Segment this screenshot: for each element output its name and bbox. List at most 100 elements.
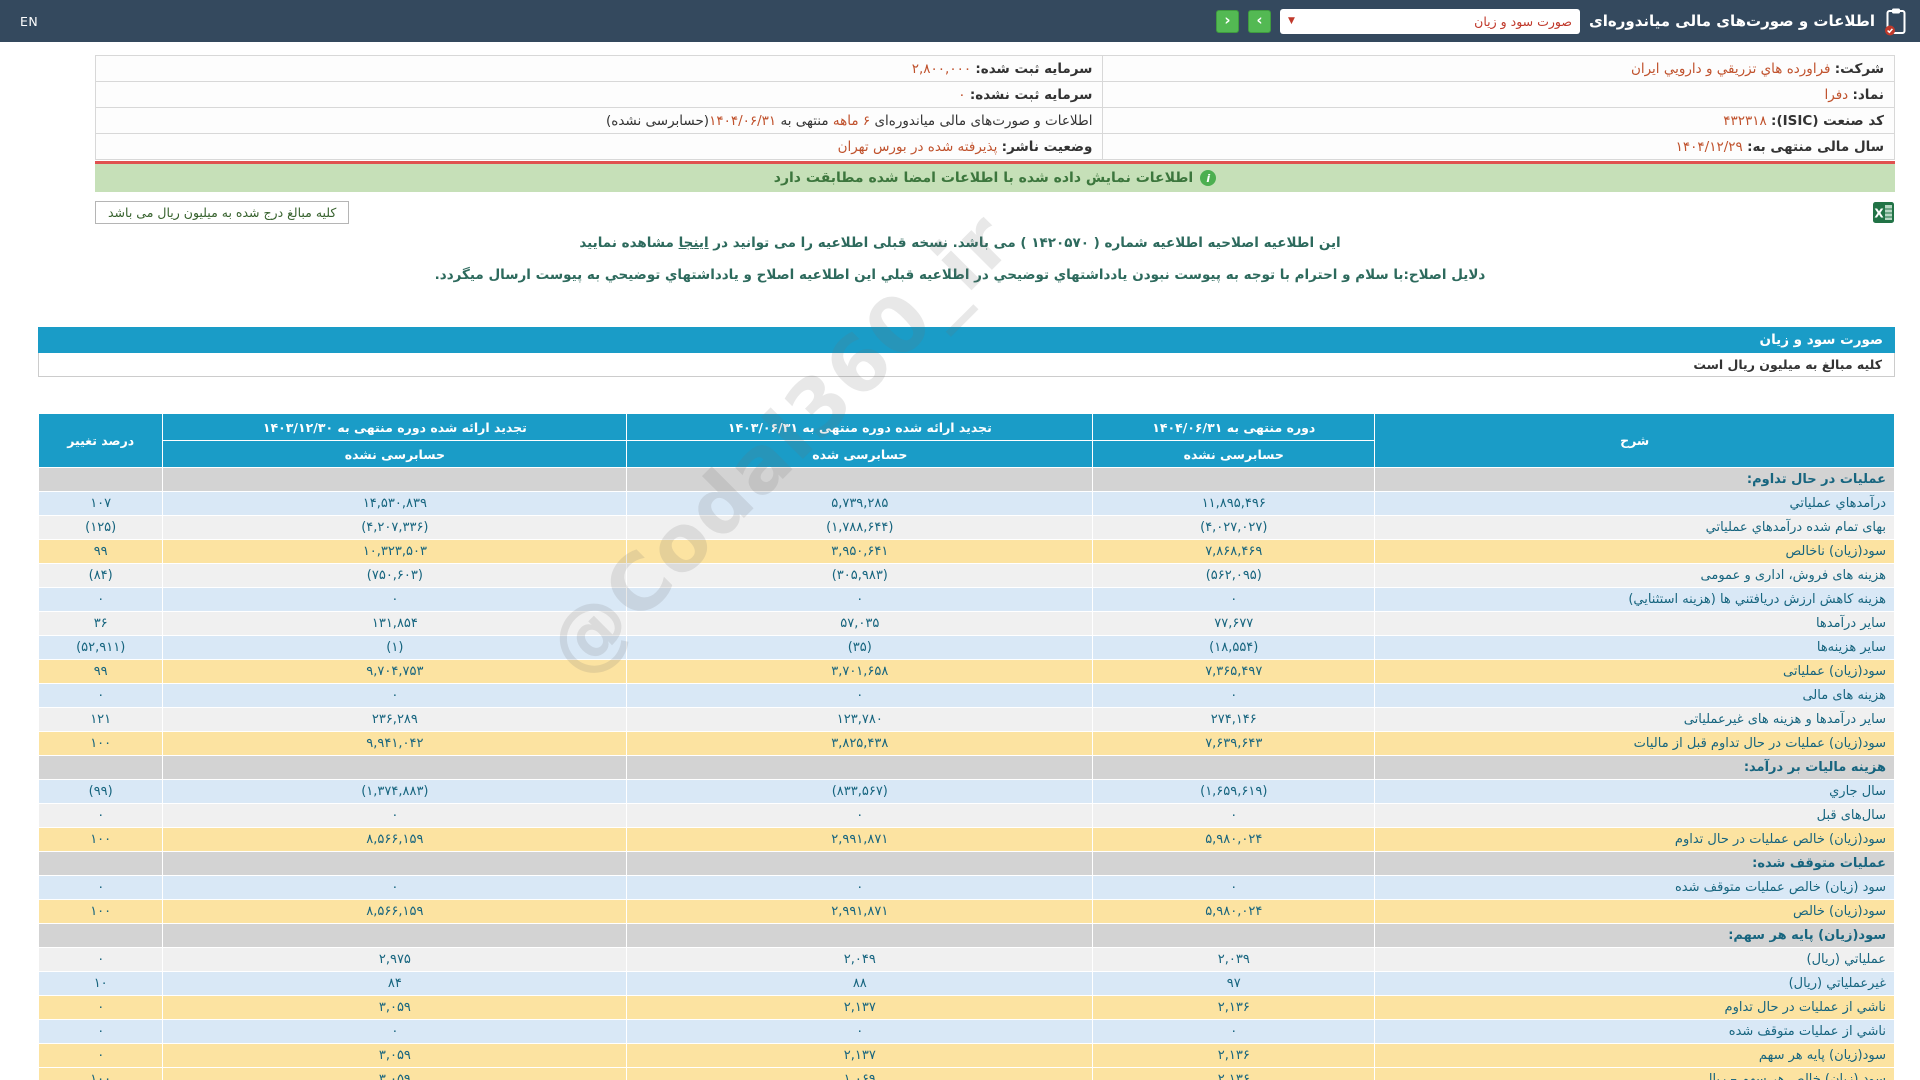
row-label: غیرعملیاتي (ریال) [1374,971,1895,996]
value-cell: ۳,۸۲۵,۴۳۸ [626,731,1094,756]
correction-notice-line1: این اطلاعیه اصلاحیه اطلاعیه شماره ( ۱۴۲۰… [0,235,1920,251]
value-cell: ۳,۰۵۹ [162,1067,628,1080]
value-cell [626,851,1094,876]
period-length-highlight: ۶ ماهه [832,112,871,129]
table-row: سال جاري (۱,۶۵۹,۶۱۹) (۸۳۳,۵۶۷) (۱,۳۷۴,۸۸۳)(… [37,779,1895,804]
table-row: سود(زیان) خالص ۵,۹۸۰,۰۲۴ ۲,۹۹۱,۸۷۱ ۸,۵۶۶,۱۵… [37,899,1895,924]
col-header-restated-yearend: تجدید ارائه شده دوره منتهی به ۱۴۰۳/۱۲/۳۰ [162,413,628,441]
field-value: پذیرفته شده در بورس تهران [837,138,998,155]
field-label: سال مالی منتهی به: [1747,138,1884,155]
value-cell: ۹,۷۰۴,۷۵۳ [162,659,628,684]
company-info-section: شرکت: فراورده هاي تزريقي و دارويي ايران … [94,55,1895,160]
audit-status-current: حسابرسی نشده [1092,440,1376,468]
statement-unit-note: کلیه مبالغ به میلیون ریال است [38,353,1895,377]
table-row: سود (زیان) خالص هر سهم – ریال ۲,۱۳۶ ۱,۰۶۹ ۳… [37,1067,1895,1080]
audit-status-text: (حسابرسی نشده) [606,112,710,129]
row-label: ناشي از عملیات در حال تداوم [1374,995,1895,1020]
value-cell: ۰ [626,587,1094,612]
value-cell: ۳,۹۵۰,۶۴۱ [626,539,1094,564]
table-row: سال مالی منتهی به: ۱۴۰۴/۱۲/۲۹ وضعیت ناشر… [94,133,1895,160]
value-cell: ۰ [162,1019,628,1044]
percent-change-cell [37,467,164,492]
value-cell: (۱) [162,635,628,660]
percent-change-cell [37,755,164,780]
table-row: سال‌های قبل ۰ ۰ ۰ ۰ [37,803,1895,828]
table-row: سایر درآمدها و هزینه های غیرعملیاتی ۲۷۴,۱… [37,707,1895,732]
signature-match-bar: i اطلاعات نمایش داده شده با اطلاعات امضا… [95,164,1895,192]
percent-change-cell: ۱۰۰ [37,899,164,924]
income-statement-table: شرح دوره منتهی به ۱۴۰۴/۰۶/۳۱ تجدید ارائه… [37,413,1895,1080]
value-cell: ۸,۵۶۶,۱۵۹ [162,827,628,852]
ticker-symbol-cell: نماد: دفرا [1102,81,1895,108]
value-cell: ۲,۰۳۹ [1092,947,1376,972]
table-row: هزینه کاهش ارزش دریافتني ها (هزینه استثن… [37,587,1895,612]
row-label: سود(زیان) پایه هر سهم [1374,1043,1895,1068]
row-label: سود(زیان) عملیات در حال تداوم قبل از مال… [1374,731,1895,756]
value-cell: ۲,۱۳۶ [1092,995,1376,1020]
value-cell: ۲,۱۳۶ [1092,1043,1376,1068]
percent-change-cell: ۰ [37,803,164,828]
percent-change-cell: ۰ [37,1019,164,1044]
value-cell: (۱,۳۷۴,۸۸۳) [162,779,628,804]
table-row: هزینه های مالی ۰ ۰ ۰ ۰ [37,683,1895,708]
registered-capital-cell: سرمایه ثبت شده: ۲,۸۰۰,۰۰۰ [94,55,1104,82]
value-cell: ۰ [162,587,628,612]
value-cell: ۱۴,۵۳۰,۸۳۹ [162,491,628,516]
value-cell: ۹۷ [1092,971,1376,996]
svg-text:X: X [1874,207,1884,221]
field-label: سرمایه ثبت شده: [975,60,1093,77]
row-label: سایر هزینه‌ها [1374,635,1895,660]
percent-change-cell: ۱۰۷ [37,491,164,516]
value-cell: ۰ [1092,875,1376,900]
row-label: سال‌های قبل [1374,803,1895,828]
excel-export-icon[interactable]: X [1872,201,1895,228]
value-cell: (۱۸,۵۵۴) [1092,635,1376,660]
row-label: سود(زیان) ناخالص [1374,539,1895,564]
value-cell: ۰ [162,875,628,900]
table-row: سود(زیان) خالص عملیات در حال تداوم ۵,۹۸۰,… [37,827,1895,852]
table-row: سایر درآمدها ۷۷,۶۷۷ ۵۷,۰۳۵ ۱۳۱,۸۵۴ ۳۶ [37,611,1895,636]
value-cell: ۷۷,۶۷۷ [1092,611,1376,636]
percent-change-cell: ۰ [37,587,164,612]
value-cell [1092,755,1376,780]
value-cell: (۱,۷۸۸,۶۴۴) [626,515,1094,540]
period-info-cell: اطلاعات و صورت‌های مالی میاندوره‌ای ۶ ما… [94,107,1104,134]
field-label: کد صنعت (ISIC): [1771,112,1884,129]
value-cell [162,755,628,780]
statement-title-bar: صورت سود و زیان [38,327,1895,353]
value-cell: ۰ [626,803,1094,828]
section-row: سود(زیان) پایه هر سهم: [37,923,1895,948]
statement-header-block: صورت سود و زیان کلیه مبالغ به میلیون ریا… [38,327,1895,377]
notice-text: این اطلاعیه اصلاحیه اطلاعیه شماره ( ۱۴۲۰… [708,235,1341,251]
field-value: دفرا [1824,86,1849,103]
page-title: اطلاعات و صورت‌های مالی میاندوره‌ای [1589,12,1875,30]
value-cell: ۲,۱۳۷ [626,995,1094,1020]
table-header: شرح دوره منتهی به ۱۴۰۴/۰۶/۳۱ تجدید ارائه… [37,413,1895,468]
language-toggle-en[interactable]: EN [20,0,38,42]
signature-match-text: اطلاعات نمایش داده شده با اطلاعات امضا ش… [773,170,1194,186]
row-label: هزینه کاهش ارزش دریافتني ها (هزینه استثن… [1374,587,1895,612]
header-row-periods: شرح دوره منتهی به ۱۴۰۴/۰۶/۳۱ تجدید ارائه… [37,413,1895,468]
amounts-note-row: کلیه مبالغ درج شده به میلیون ریال می باش… [95,201,1895,227]
row-label: هزینه های فروش، اداری و عمومی [1374,563,1895,588]
value-cell: (۱,۶۵۹,۶۱۹) [1092,779,1376,804]
value-cell [1092,923,1376,948]
percent-change-cell: ۰ [37,875,164,900]
next-statement-button[interactable]: › [1248,9,1272,33]
statement-type-selected-value: صورت سود و زیان [1474,13,1573,29]
col-header-percent-change: درصد تغییر [37,413,164,468]
table-row: بهای تمام شده درآمدهاي عملیاتي (۴,۰۲۷,۰۲۷… [37,515,1895,540]
value-cell [626,755,1094,780]
row-label: درآمدهاي عملیاتي [1374,491,1895,516]
previous-statement-button[interactable]: ‹ [1216,9,1240,33]
value-cell: ۰ [1092,1019,1376,1044]
percent-change-cell: (۱۲۵) [37,515,164,540]
period-text: اطلاعات و صورت‌های مالی میاندوره‌ای [870,112,1093,129]
value-cell: ۲,۹۷۵ [162,947,628,972]
period-end-date-highlight: ۱۴۰۴/۰۶/۳۱ [709,112,777,129]
statement-type-dropdown[interactable]: صورت سود و زیان ▼ [1280,8,1581,34]
value-cell [1092,467,1376,492]
previous-notice-link[interactable]: اینجا [679,235,709,251]
value-cell: ۲,۱۳۷ [626,1043,1094,1068]
chevron-down-icon: ▼ [1288,16,1295,26]
